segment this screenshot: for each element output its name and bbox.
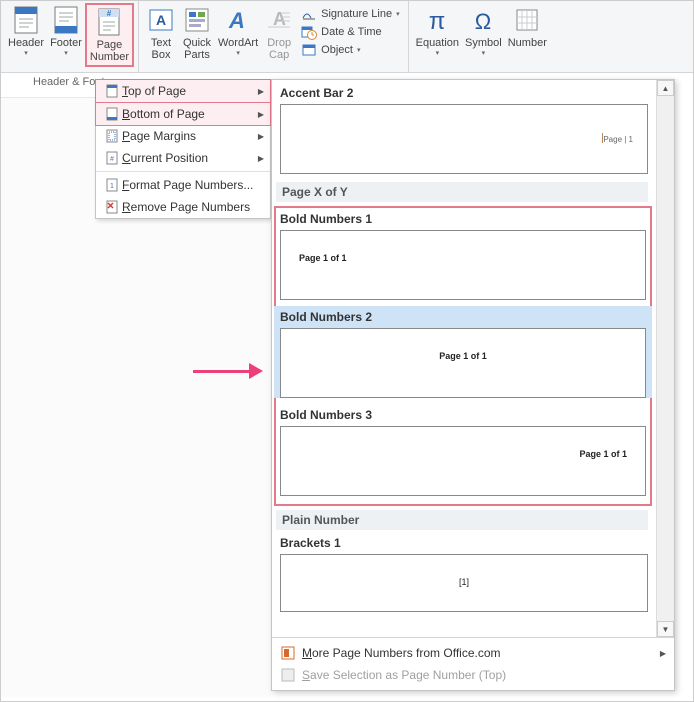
- gallery-category-page-x-of-y: Page X of Y: [276, 182, 648, 202]
- dropdown-arrow-icon: ▾: [24, 49, 28, 57]
- gallery-preview[interactable]: Page | 1: [280, 104, 648, 174]
- gallery-preview: Page 1 of 1: [280, 328, 646, 398]
- page-margins-icon: [102, 129, 122, 143]
- gallery-footer: More Page Numbers from Office.com ▶ Save…: [272, 637, 674, 690]
- office-icon: [280, 645, 296, 661]
- text-subgroup: Signature Line ▾ Date & Time Object ▾: [297, 3, 403, 59]
- save-icon: [280, 667, 296, 683]
- dropdown-arrow-icon: ▾: [436, 49, 440, 57]
- svg-text:A: A: [156, 12, 166, 28]
- gallery-item-hover[interactable]: Bold Numbers 2 Page 1 of 1: [274, 306, 652, 398]
- svg-text:π: π: [429, 8, 446, 35]
- footer-button[interactable]: Footer ▾: [47, 3, 85, 59]
- date-time-button[interactable]: Date & Time: [297, 23, 403, 41]
- gallery-item-bold-2: Bold Numbers 2: [280, 308, 646, 328]
- current-position-icon: #: [102, 151, 122, 165]
- top-of-page-icon: [102, 84, 122, 98]
- bottom-of-page-icon: [102, 107, 122, 121]
- gallery-item-bold-1[interactable]: Bold Numbers 1: [280, 210, 646, 230]
- signature-line-button[interactable]: Signature Line ▾: [297, 5, 403, 23]
- text-box-icon: A: [146, 5, 176, 35]
- svg-text:A: A: [273, 9, 286, 29]
- text-box-button[interactable]: A Text Box: [143, 3, 179, 63]
- gallery-category-plain-number: Plain Number: [276, 510, 648, 530]
- submenu-arrow-icon: ▶: [258, 154, 264, 163]
- menu-remove-page-numbers[interactable]: Remove Page Numbers: [96, 196, 270, 218]
- menu-page-margins[interactable]: Page Margins ▶: [96, 125, 270, 147]
- footer-icon: [51, 5, 81, 35]
- gallery-preview[interactable]: [1]: [280, 554, 648, 612]
- number-icon: [512, 5, 542, 35]
- quick-parts-icon: [182, 5, 212, 35]
- object-icon: [301, 42, 317, 58]
- gallery-preview[interactable]: Page 1 of 1: [280, 230, 646, 300]
- page-number-menu: Top of Page ▶ Bottom of Page ▶ Page Marg…: [95, 79, 271, 219]
- dropdown-arrow-icon: ▾: [482, 49, 486, 57]
- more-from-office-button[interactable]: More Page Numbers from Office.com ▶: [278, 642, 668, 664]
- format-icon: 1: [102, 178, 122, 192]
- equation-icon: π: [422, 5, 452, 35]
- header-button[interactable]: Header ▾: [5, 3, 47, 59]
- object-button[interactable]: Object ▾: [297, 41, 403, 59]
- wordart-icon: A: [223, 5, 253, 35]
- group-symbols: π Equation ▾ Ω Symbol ▾ Number: [409, 1, 554, 73]
- date-time-icon: [301, 24, 317, 40]
- dropdown-arrow-icon: ▾: [236, 49, 240, 57]
- svg-text:Ω: Ω: [475, 9, 491, 34]
- symbol-button[interactable]: Ω Symbol ▾: [462, 3, 505, 59]
- page-number-icon: #: [94, 7, 124, 37]
- svg-text:#: #: [107, 9, 112, 18]
- menu-format-page-numbers[interactable]: 1 Format Page Numbers...: [96, 174, 270, 196]
- ribbon: Header ▾ Footer ▾ # Page Number A Text B…: [1, 1, 693, 73]
- drop-cap-button[interactable]: A Drop Cap: [261, 3, 297, 63]
- submenu-arrow-icon: ▶: [660, 649, 666, 658]
- dropdown-arrow-icon: ▾: [64, 49, 68, 57]
- scroll-up-icon[interactable]: ▲: [657, 80, 674, 96]
- scroll-down-icon[interactable]: ▼: [657, 621, 674, 637]
- highlighted-section: Bold Numbers 1 Page 1 of 1 Bold Numbers …: [274, 206, 652, 506]
- wordart-button[interactable]: A WordArt ▾: [215, 3, 261, 59]
- svg-text:#: #: [110, 156, 114, 163]
- header-icon: [11, 5, 41, 35]
- group-text: A Text Box Quick Parts A WordArt ▾ A Dro…: [139, 1, 409, 73]
- menu-separator: [96, 171, 270, 172]
- submenu-arrow-icon: ▶: [258, 87, 264, 96]
- page-number-gallery: ▲ ▼ Accent Bar 2 Page | 1 Page X of Y Bo…: [271, 79, 675, 691]
- page-number-button[interactable]: # Page Number: [85, 3, 134, 67]
- number-button[interactable]: Number: [505, 3, 550, 51]
- gallery-item-accent-bar-2[interactable]: Accent Bar 2: [280, 84, 648, 104]
- equation-button[interactable]: π Equation ▾: [413, 3, 462, 59]
- svg-text:1: 1: [110, 183, 114, 190]
- gallery-scrollbar[interactable]: ▲ ▼: [656, 80, 674, 637]
- group-header-footer: Header ▾ Footer ▾ # Page Number: [1, 1, 139, 73]
- gallery-item-bold-3[interactable]: Bold Numbers 3: [280, 406, 646, 426]
- quick-parts-button[interactable]: Quick Parts: [179, 3, 215, 63]
- remove-icon: [102, 200, 122, 214]
- gallery-item-brackets-1[interactable]: Brackets 1: [280, 534, 648, 554]
- menu-bottom-of-page[interactable]: Bottom of Page ▶: [95, 102, 271, 126]
- menu-current-position[interactable]: # Current Position ▶: [96, 147, 270, 169]
- svg-text:A: A: [228, 8, 245, 33]
- drop-cap-icon: A: [264, 5, 294, 35]
- save-selection-button: Save Selection as Page Number (Top): [278, 664, 668, 686]
- menu-top-of-page[interactable]: Top of Page ▶: [95, 79, 271, 103]
- submenu-arrow-icon: ▶: [258, 110, 264, 119]
- gallery-preview[interactable]: Page 1 of 1: [280, 426, 646, 496]
- symbol-icon: Ω: [468, 5, 498, 35]
- signature-icon: [301, 6, 317, 22]
- submenu-arrow-icon: ▶: [258, 132, 264, 141]
- annotation-arrow: [193, 363, 263, 379]
